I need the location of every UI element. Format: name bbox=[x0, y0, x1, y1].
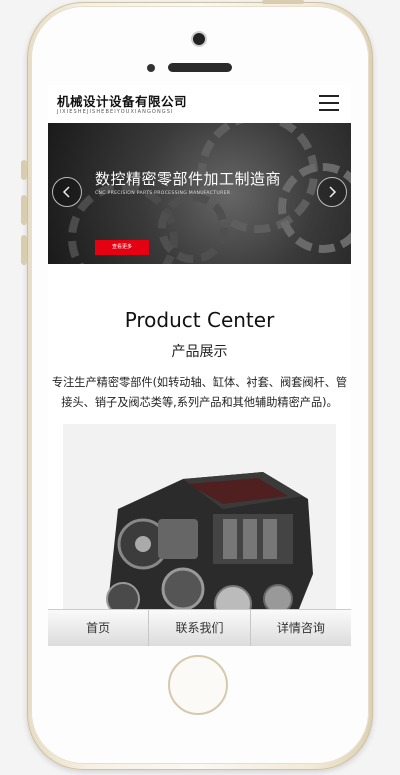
menu-bar bbox=[319, 102, 339, 104]
logo-subtitle: JIXIESHEJISHEBEIYOUXIANGONGSI bbox=[57, 109, 174, 115]
earpiece-speaker bbox=[168, 63, 232, 72]
site-header: 机械设计设备有限公司 JIXIESHEJISHEBEIYOUXIANGONGSI bbox=[48, 85, 351, 123]
logo-title[interactable]: 机械设计设备有限公司 bbox=[57, 91, 187, 110]
mute-switch bbox=[21, 160, 27, 180]
proximity-sensor bbox=[147, 64, 155, 72]
chevron-left-icon[interactable] bbox=[52, 177, 82, 207]
menu-bar bbox=[319, 109, 339, 111]
front-camera bbox=[193, 33, 205, 45]
gear-graphic bbox=[158, 193, 228, 263]
section-title: Product Center bbox=[124, 308, 275, 332]
section-subtitle: 产品展示 bbox=[171, 344, 228, 360]
nav-inquiry-button[interactable]: 详情咨询 bbox=[250, 610, 351, 646]
banner-subtitle: CNC PRECISION PARTS PROCESSING MANUFACTU… bbox=[95, 191, 231, 196]
hero-banner: 数控精密零部件加工制造商 CNC PRECISION PARTS PROCESS… bbox=[48, 123, 351, 264]
bottom-nav: 首页 联系我们 详情咨询 bbox=[48, 609, 351, 646]
chevron-right-icon[interactable] bbox=[317, 177, 347, 207]
nav-contact-button[interactable]: 联系我们 bbox=[149, 610, 251, 646]
banner-more-button[interactable]: 查看更多 bbox=[95, 240, 149, 255]
gear-graphic bbox=[278, 163, 351, 253]
section-description: 专注生产精密零部件(如转动轴、缸体、衬套、阀套阀杆、管接头、销子及阀芯类等,系列… bbox=[51, 376, 348, 409]
volume-up-button bbox=[21, 195, 27, 225]
home-button[interactable] bbox=[168, 655, 228, 715]
volume-down-button bbox=[21, 235, 27, 265]
menu-bar bbox=[319, 95, 339, 97]
phone-screen: 机械设计设备有限公司 JIXIESHEJISHEBEIYOUXIANGONGSI… bbox=[48, 85, 351, 645]
banner-title: 数控精密零部件加工制造商 bbox=[95, 170, 282, 188]
menu-icon[interactable] bbox=[319, 95, 339, 111]
nav-home-button[interactable]: 首页 bbox=[48, 610, 150, 646]
power-button bbox=[262, 0, 304, 4]
